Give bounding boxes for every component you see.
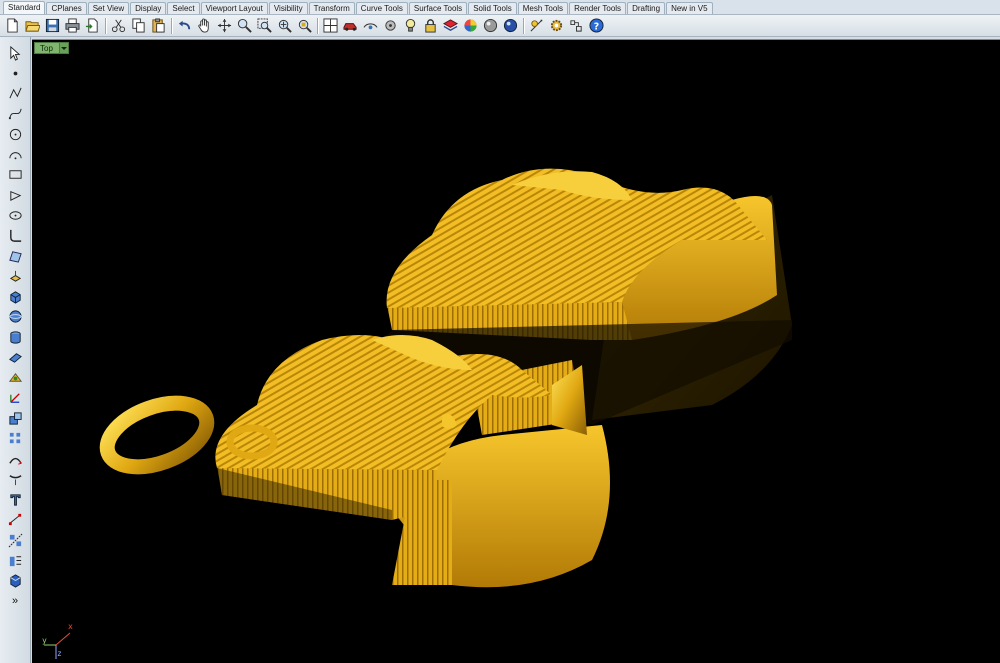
viewport-menu-arrow-icon[interactable] (59, 42, 69, 54)
save-icon[interactable] (43, 16, 62, 35)
light-bulb-icon[interactable] (401, 16, 420, 35)
toolbar-separator (105, 17, 107, 34)
zoom-window-icon[interactable] (255, 16, 274, 35)
cut-icon[interactable] (109, 16, 128, 35)
join-icon[interactable] (5, 450, 25, 468)
solid-box-icon[interactable] (5, 572, 25, 590)
paste-icon[interactable] (149, 16, 168, 35)
circle-icon[interactable] (5, 125, 25, 143)
copy-icon[interactable] (129, 16, 148, 35)
more-arrows-icon[interactable]: » (5, 592, 25, 610)
main-side-toolbar: » (0, 37, 31, 663)
undo-icon[interactable] (175, 16, 194, 35)
select-arrow-icon[interactable] (5, 44, 25, 62)
toolbar-separator (317, 17, 319, 34)
curve-icon[interactable] (5, 105, 25, 123)
tab-cplanes[interactable]: CPlanes (46, 2, 87, 14)
tab-surface-tools[interactable]: Surface Tools (408, 2, 468, 14)
polyline-icon[interactable] (5, 85, 25, 103)
open-file-icon[interactable] (23, 16, 42, 35)
grid-snap-icon[interactable] (5, 552, 25, 570)
point-icon[interactable] (381, 16, 400, 35)
car-render-icon[interactable] (341, 16, 360, 35)
point-icon[interactable] (5, 64, 25, 82)
sphere-icon[interactable] (5, 308, 25, 326)
layer-icon[interactable] (441, 16, 460, 35)
cylinder-icon[interactable] (5, 328, 25, 346)
tab-solid-tools[interactable]: Solid Tools (468, 2, 517, 14)
zoom-selected-icon[interactable] (295, 16, 314, 35)
extrude-icon[interactable] (5, 267, 25, 285)
tab-visibility[interactable]: Visibility (268, 2, 308, 14)
more-arrows-label: » (11, 595, 19, 608)
polygon-icon[interactable] (5, 186, 25, 204)
lock-icon[interactable] (421, 16, 440, 35)
tab-standard[interactable]: Standard (3, 1, 46, 14)
pan-hand-icon[interactable] (195, 16, 214, 35)
dimension-icon[interactable] (5, 511, 25, 529)
render-preview-icon[interactable] (481, 16, 500, 35)
help-icon[interactable]: ? (587, 16, 606, 35)
transform-icon[interactable] (5, 369, 25, 387)
tab-drafting[interactable]: Drafting (627, 2, 666, 14)
material-color-icon[interactable] (461, 16, 480, 35)
boolean-icon[interactable] (5, 409, 25, 427)
standard-toolbar: ? (0, 15, 1000, 37)
zoom-extents-icon[interactable] (275, 16, 294, 35)
world-axis-indicator: x y z (36, 621, 76, 661)
tab-mesh-tools[interactable]: Mesh Tools (517, 2, 569, 14)
viewport-title[interactable]: Top (34, 42, 69, 54)
tab-select[interactable]: Select (167, 2, 200, 14)
viewport-name-label[interactable]: Top (34, 42, 60, 54)
gumball-icon[interactable] (5, 389, 25, 407)
ellipse-icon[interactable] (5, 206, 25, 224)
tab-new-in-v5[interactable]: New in V5 (666, 2, 713, 14)
axis-z-label: z (57, 649, 62, 658)
axis-x-label: x (68, 622, 73, 631)
pendant-model-render[interactable] (32, 40, 1000, 663)
fillet-curve-icon[interactable] (5, 227, 25, 245)
tab-display[interactable]: Display (130, 2, 167, 14)
toolbar-separator (171, 17, 173, 34)
display-mode-icon[interactable] (361, 16, 380, 35)
print-icon[interactable] (63, 16, 82, 35)
toolbar-tab-strip: Standard CPlanes Set View Display Select View… (0, 0, 1000, 15)
tab-viewport-layout[interactable]: Viewport Layout (200, 2, 268, 14)
new-file-icon[interactable] (3, 16, 22, 35)
svg-text:?: ? (594, 21, 599, 32)
top-viewport[interactable]: Top x y z (32, 39, 1000, 663)
arc-icon[interactable] (5, 146, 25, 164)
surface-from-points-icon[interactable] (5, 247, 25, 265)
tab-transform[interactable]: Transform (308, 2, 355, 14)
tab-set-view[interactable]: Set View (87, 2, 130, 14)
sun-icon[interactable] (527, 16, 546, 35)
explode-icon[interactable] (5, 470, 25, 488)
mirror-icon[interactable] (5, 531, 25, 549)
axis-y-label: y (42, 636, 47, 645)
rectangle-icon[interactable] (5, 166, 25, 184)
rhino-window: Standard CPlanes Set View Display Select View… (0, 0, 1000, 663)
text-icon[interactable] (5, 491, 25, 509)
render-icon[interactable] (501, 16, 520, 35)
move-view-icon[interactable] (215, 16, 234, 35)
toolbar-separator (523, 17, 525, 34)
planar-surface-icon[interactable] (5, 349, 25, 367)
tab-curve-tools[interactable]: Curve Tools (355, 2, 408, 14)
pendant-front-copy (99, 335, 610, 588)
tab-render-tools[interactable]: Render Tools (569, 2, 627, 14)
array-icon[interactable] (5, 430, 25, 448)
text-object-icon[interactable] (567, 16, 586, 35)
four-viewports-icon[interactable] (321, 16, 340, 35)
zoom-icon[interactable] (235, 16, 254, 35)
import-icon[interactable] (83, 16, 102, 35)
box-icon[interactable] (5, 288, 25, 306)
options-gear-icon[interactable] (547, 16, 566, 35)
